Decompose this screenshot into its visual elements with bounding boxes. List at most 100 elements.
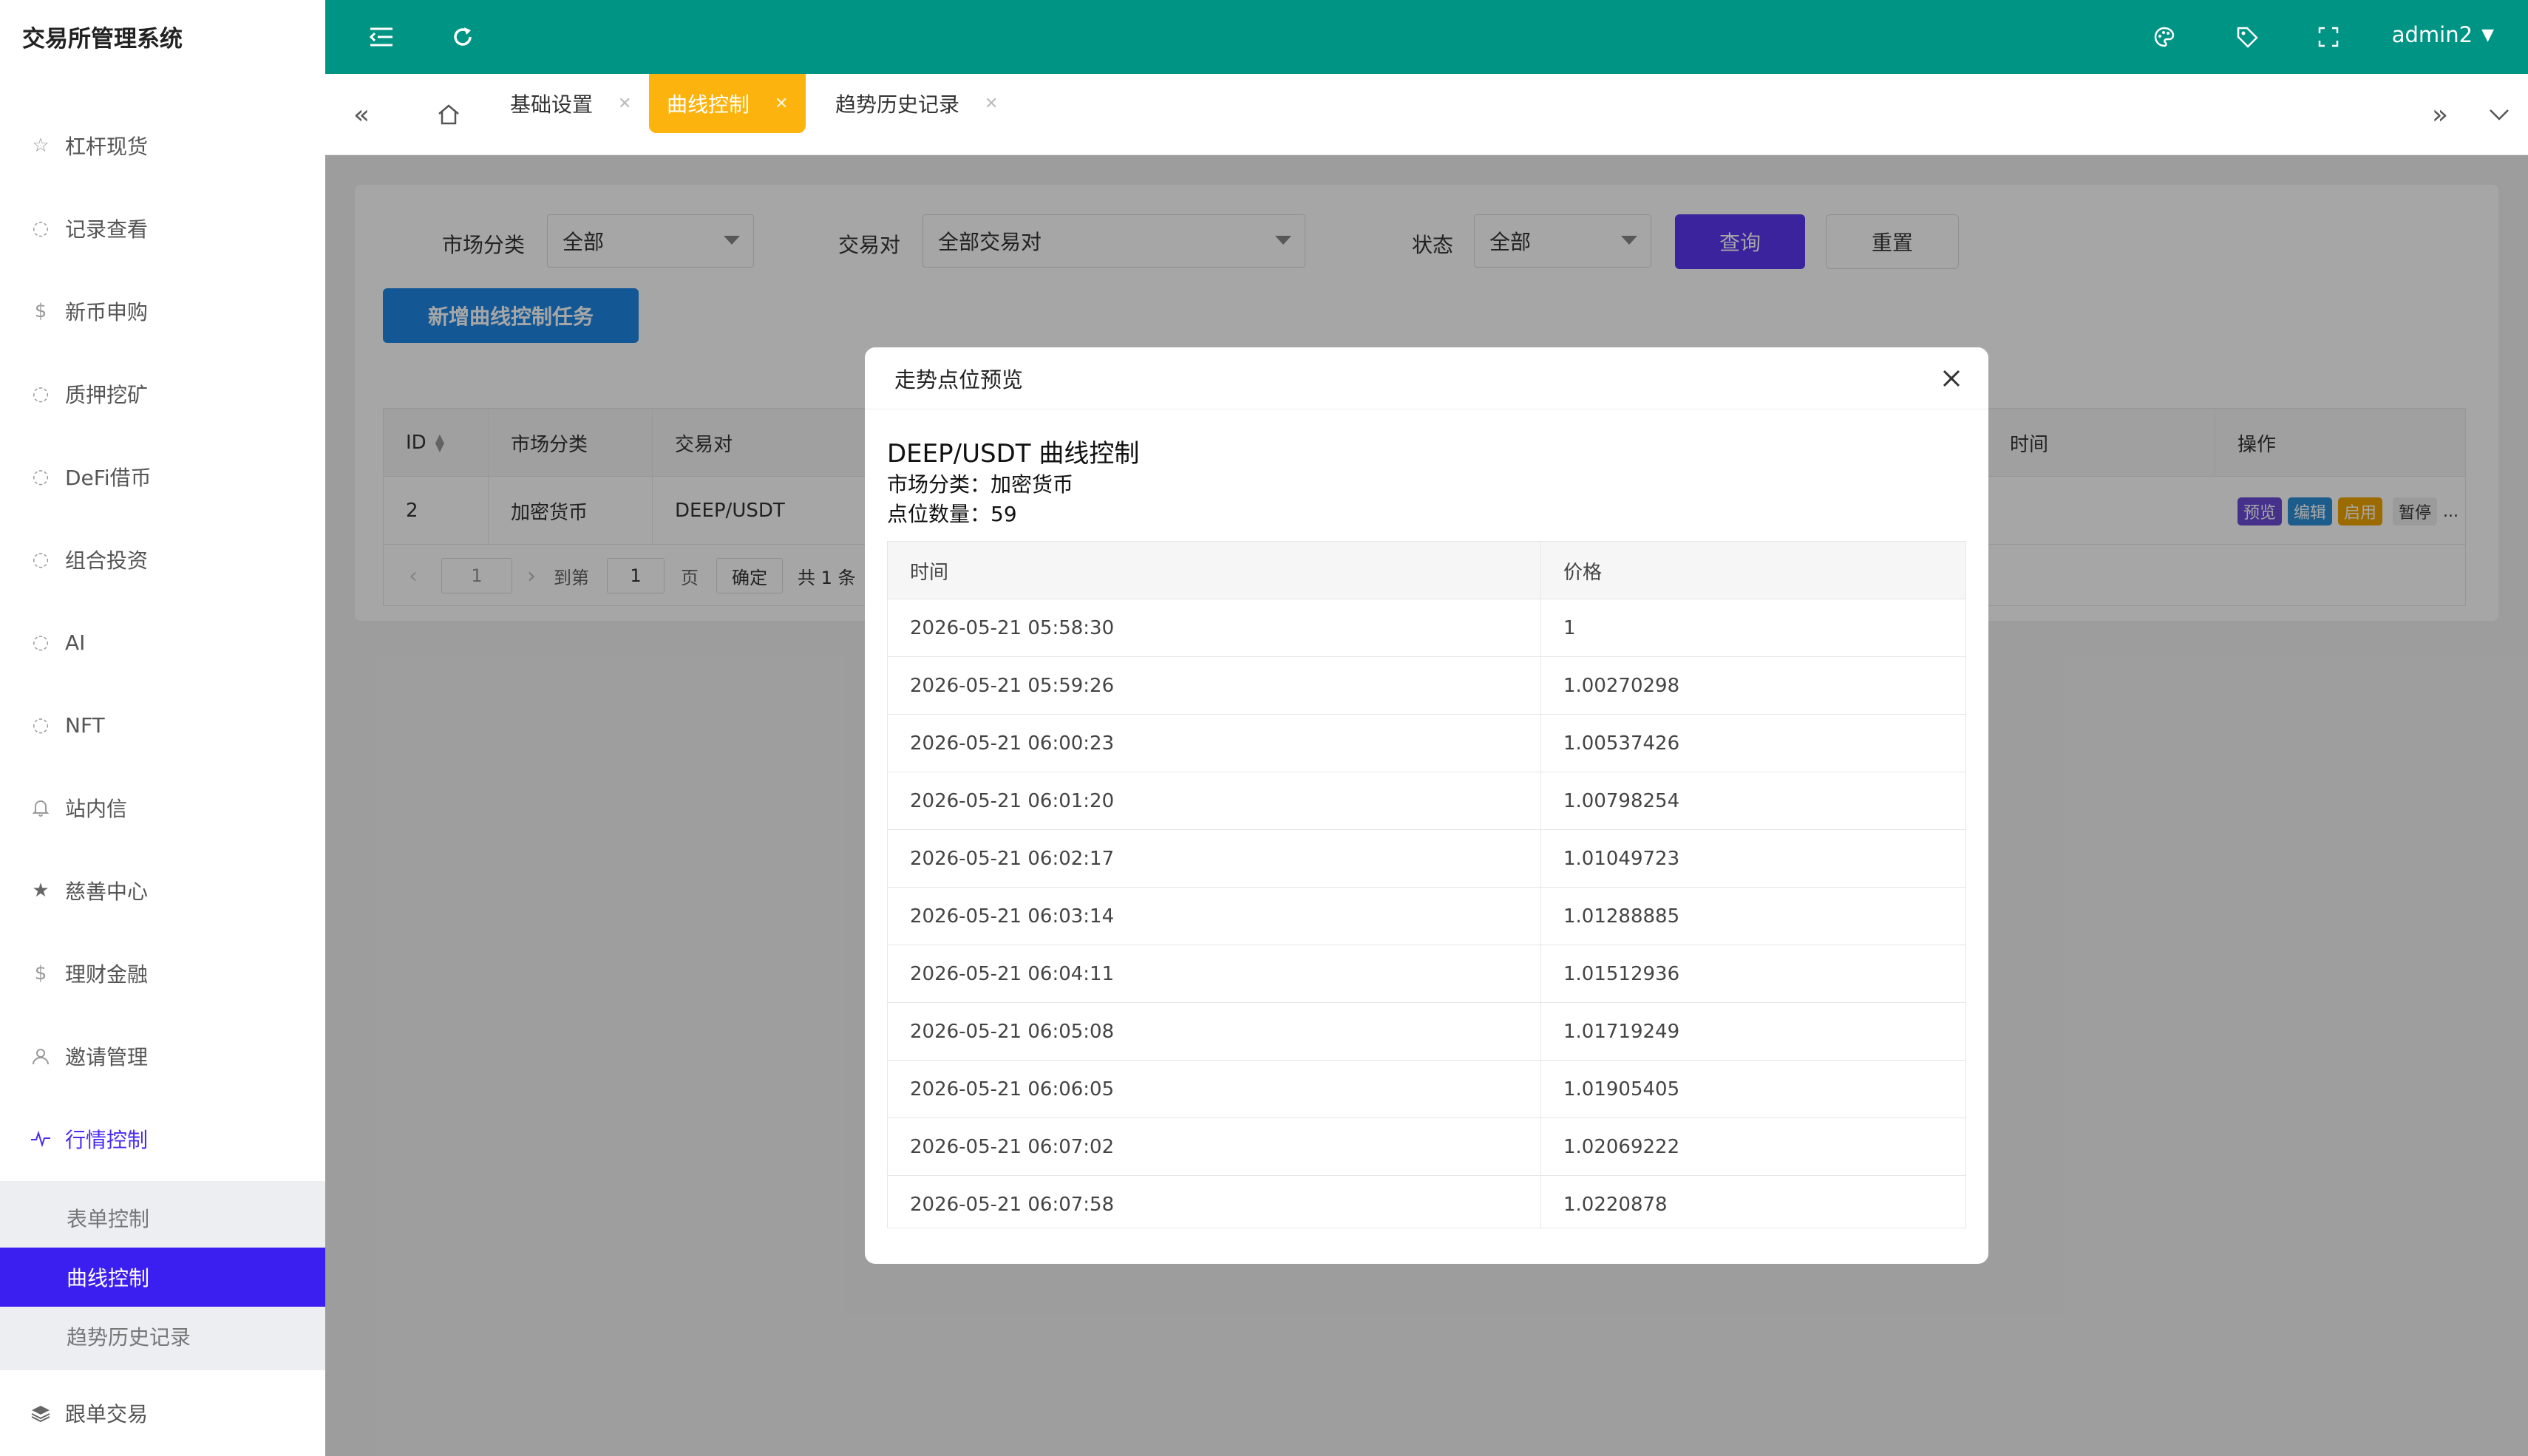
tab-trend-history[interactable]: 趋势历史记录 ✕ bbox=[818, 74, 1016, 133]
cell-price: 1.01049723 bbox=[1563, 848, 1680, 870]
table-row: 2026-05-21 06:07:02 1.02069222 bbox=[888, 1118, 1965, 1176]
top-bar: admin2 ▼ bbox=[325, 0, 2528, 74]
cell-price: 1.01719249 bbox=[1563, 1021, 1680, 1043]
cell-time: 2026-05-21 06:07:02 bbox=[888, 1118, 1541, 1176]
cell-price: 1.01288885 bbox=[1563, 905, 1680, 928]
cell-time: 2026-05-21 05:59:26 bbox=[888, 657, 1541, 715]
sidebar-item-label: AI bbox=[65, 630, 86, 655]
circle-dot-icon: ◌ bbox=[32, 383, 50, 405]
cell-price: 1.01905405 bbox=[1563, 1078, 1680, 1100]
circle-dot-icon: ◌ bbox=[32, 548, 50, 571]
sidebar-item-label: 理财金融 bbox=[65, 962, 149, 987]
close-icon[interactable]: ✕ bbox=[775, 95, 788, 113]
pulse-icon bbox=[30, 1128, 52, 1150]
table-row: 2026-05-21 06:04:11 1.01512936 bbox=[888, 945, 1965, 1003]
sidebar-item-nft[interactable]: ◌ NFT bbox=[0, 684, 325, 766]
cell-price: 1.02069222 bbox=[1563, 1136, 1680, 1158]
tab-label: 基础设置 bbox=[510, 92, 594, 117]
sidebar-item-portfolio[interactable]: ◌ 组合投资 bbox=[0, 518, 325, 601]
dialog-header: 走势点位预览 bbox=[865, 347, 1988, 409]
cell-time: 2026-05-21 06:01:20 bbox=[888, 772, 1541, 830]
circle-dot-icon: ◌ bbox=[32, 631, 50, 653]
theme-icon[interactable] bbox=[2150, 22, 2179, 52]
trend-points-preview-dialog: 走势点位预览 DEEP/USDT 曲线控制 市场分类：加密货币 点位数量：59 … bbox=[865, 347, 1988, 1264]
cell-time: 2026-05-21 06:05:08 bbox=[888, 1003, 1541, 1061]
sidebar-item-finance[interactable]: $ 理财金融 bbox=[0, 932, 325, 1015]
sidebar-item-new-coin[interactable]: $ 新币申购 bbox=[0, 270, 325, 353]
cell-price: 1.00798254 bbox=[1563, 790, 1680, 812]
menu-fold-icon[interactable] bbox=[367, 22, 396, 52]
sidebar-item-records[interactable]: ◌ 记录查看 bbox=[0, 187, 325, 270]
cell-time: 2026-05-21 06:06:05 bbox=[888, 1061, 1541, 1118]
point-count-line: 点位数量：59 bbox=[887, 502, 1017, 526]
sidebar-item-label: 站内信 bbox=[65, 797, 128, 821]
circle-dot-icon: ◌ bbox=[32, 714, 50, 736]
curve-title: DEEP/USDT 曲线控制 bbox=[887, 439, 1140, 469]
refresh-icon[interactable] bbox=[448, 22, 478, 52]
sidebar-item-defi[interactable]: ◌ DeFi借币 bbox=[0, 435, 325, 518]
sidebar-item-label: 新币申购 bbox=[65, 300, 149, 324]
close-icon[interactable]: ✕ bbox=[618, 95, 631, 113]
table-row: 2026-05-21 06:01:20 1.00798254 bbox=[888, 772, 1965, 830]
sidebar-item-ai[interactable]: ◌ AI bbox=[0, 601, 325, 684]
sidebar-item-label: 杠杆现货 bbox=[65, 135, 149, 159]
chevron-down-icon[interactable] bbox=[2481, 96, 2518, 133]
tabs-scroll-right-icon[interactable]: » bbox=[2422, 96, 2459, 133]
submenu-item-trend-history[interactable]: 趋势历史记录 bbox=[0, 1307, 325, 1366]
sidebar-item-margin-spot[interactable]: ☆ 杠杆现货 bbox=[0, 104, 325, 187]
sidebar-item-invite[interactable]: 邀请管理 bbox=[0, 1015, 325, 1098]
dollar-circle-icon: $ bbox=[34, 300, 47, 322]
sidebar-item-staking[interactable]: ◌ 质押挖矿 bbox=[0, 353, 325, 435]
tab-curve-control[interactable]: 曲线控制 ✕ bbox=[649, 74, 806, 133]
tag-icon[interactable] bbox=[2232, 22, 2262, 52]
table-row: 2026-05-21 06:00:23 1.00537426 bbox=[888, 715, 1965, 772]
market-category-line: 市场分类：加密货币 bbox=[887, 472, 1074, 497]
sidebar-item-label: 邀请管理 bbox=[65, 1045, 149, 1069]
sidebar-item-label: 慈善中心 bbox=[65, 880, 149, 904]
user-name: admin2 bbox=[2391, 22, 2473, 47]
close-icon[interactable]: ✕ bbox=[985, 95, 998, 113]
cell-time: 2026-05-21 06:02:17 bbox=[888, 830, 1541, 888]
cell-time: 2026-05-21 05:58:30 bbox=[888, 599, 1541, 657]
close-icon[interactable] bbox=[1937, 364, 1966, 393]
points-table-header: 时间 价格 bbox=[888, 542, 1965, 599]
table-row: 2026-05-21 06:07:58 1.0220878 bbox=[888, 1176, 1965, 1228]
sidebar-item-messages[interactable]: 站内信 bbox=[0, 766, 325, 849]
submenu-item-curve-control[interactable]: 曲线控制 bbox=[0, 1248, 325, 1307]
layers-icon bbox=[30, 1402, 52, 1424]
tab-basic-settings[interactable]: 基础设置 ✕ bbox=[492, 74, 649, 133]
sidebar-item-market-control[interactable]: 行情控制 bbox=[0, 1098, 325, 1180]
bell-icon bbox=[30, 797, 52, 819]
tab-label: 趋势历史记录 bbox=[835, 92, 960, 117]
fullscreen-icon[interactable] bbox=[2314, 22, 2343, 52]
cell-price: 1.01512936 bbox=[1563, 963, 1680, 985]
tab-label: 曲线控制 bbox=[667, 92, 750, 117]
sidebar-item-label: NFT bbox=[65, 712, 105, 738]
circle-dot-icon: ◌ bbox=[32, 466, 50, 488]
circle-dot-icon: ◌ bbox=[32, 217, 50, 239]
sidebar-item-label: 质押挖矿 bbox=[65, 383, 149, 407]
sidebar-item-label: DeFi借币 bbox=[65, 466, 152, 490]
star-outline-icon: ☆ bbox=[32, 135, 50, 157]
app-title: 交易所管理系统 bbox=[22, 25, 183, 52]
table-row: 2026-05-21 05:59:26 1.00270298 bbox=[888, 657, 1965, 715]
sidebar-item-charity[interactable]: ★ 慈善中心 bbox=[0, 849, 325, 932]
user-menu[interactable]: admin2 ▼ bbox=[2392, 22, 2494, 47]
table-row: 2026-05-21 06:03:14 1.01288885 bbox=[888, 888, 1965, 945]
cell-price: 1.00270298 bbox=[1563, 675, 1680, 697]
user-icon bbox=[30, 1045, 52, 1067]
table-row: 2026-05-21 06:02:17 1.01049723 bbox=[888, 830, 1965, 888]
sidebar-item-label: 跟单交易 bbox=[65, 1402, 149, 1426]
sidebar: 交易所管理系统 ☆ 杠杆现货 ◌ 记录查看 $ 新币申购 ◌ 质押挖矿 ◌ De… bbox=[0, 0, 325, 1456]
tabs-scroll-left-icon[interactable]: « bbox=[343, 96, 380, 133]
column-header-price: 价格 bbox=[1563, 561, 1603, 584]
cell-time: 2026-05-21 06:07:58 bbox=[888, 1176, 1541, 1228]
submenu-item-form-control[interactable]: 表单控制 bbox=[0, 1188, 325, 1248]
tab-bar: « 基础设置 ✕ 曲线控制 ✕ 趋势历史记录 ✕ » bbox=[325, 74, 2528, 155]
dialog-title: 走势点位预览 bbox=[894, 367, 1024, 392]
caret-down-icon: ▼ bbox=[2481, 25, 2494, 44]
home-icon[interactable] bbox=[430, 96, 467, 133]
sidebar-item-copy-trading[interactable]: 跟单交易 bbox=[0, 1372, 325, 1455]
table-row: 2026-05-21 05:58:30 1 bbox=[888, 599, 1965, 657]
cell-time: 2026-05-21 06:00:23 bbox=[888, 715, 1541, 772]
